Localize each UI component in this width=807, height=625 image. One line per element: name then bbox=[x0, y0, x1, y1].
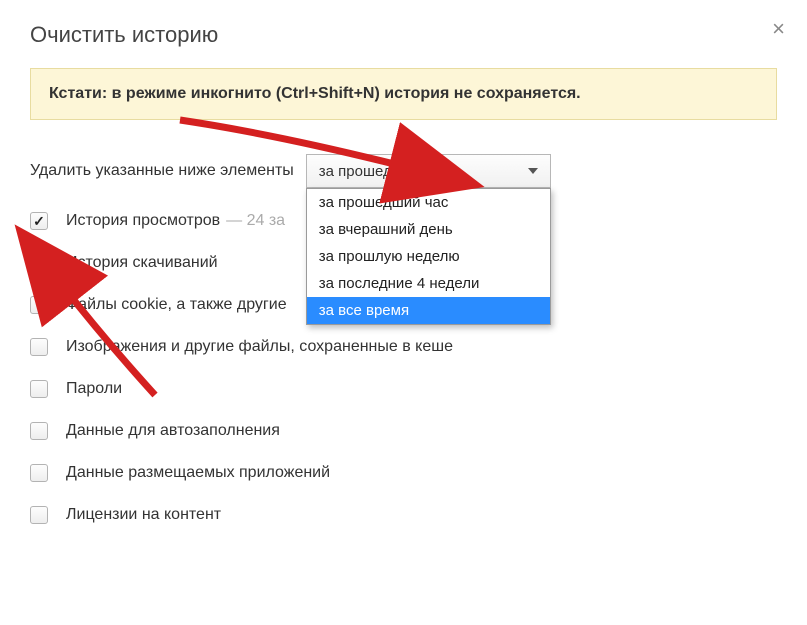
checkbox[interactable] bbox=[30, 422, 48, 440]
option-label: История просмотров bbox=[66, 212, 220, 230]
option-label: Файлы cookie, а также другие bbox=[66, 296, 287, 314]
time-range-option[interactable]: за все время bbox=[307, 297, 550, 324]
checkbox[interactable] bbox=[30, 338, 48, 356]
option-row: Данные для автозаполнения bbox=[30, 422, 777, 440]
time-range-label: Удалить указанные ниже элементы bbox=[30, 162, 294, 180]
dialog-title: Очистить историю bbox=[30, 22, 777, 48]
checkbox[interactable] bbox=[30, 506, 48, 524]
time-range-option[interactable]: за вчерашний день bbox=[307, 216, 550, 243]
time-range-selected-value: за прошедший час bbox=[319, 163, 449, 180]
time-range-option[interactable]: за прошлую неделю bbox=[307, 243, 550, 270]
time-range-option[interactable]: за прошедший час bbox=[307, 189, 550, 216]
option-label: Пароли bbox=[66, 380, 122, 398]
time-range-select-wrap: за прошедший час за прошедший часза вчер… bbox=[306, 154, 551, 188]
option-label: Изображения и другие файлы, сохраненные … bbox=[66, 338, 453, 356]
time-range-dropdown[interactable]: за прошедший часза вчерашний деньза прош… bbox=[306, 188, 551, 325]
clear-history-dialog: × Очистить историю Кстати: в режиме инко… bbox=[0, 0, 807, 568]
option-label: Данные для автозаполнения bbox=[66, 422, 280, 440]
checkbox[interactable] bbox=[30, 380, 48, 398]
hint-prefix: Кстати: bbox=[49, 85, 107, 102]
incognito-hint-banner: Кстати: в режиме инкогнито (Ctrl+Shift+N… bbox=[30, 68, 777, 120]
option-row: Пароли bbox=[30, 380, 777, 398]
checkbox[interactable] bbox=[30, 212, 48, 230]
checkbox[interactable] bbox=[30, 254, 48, 272]
checkbox[interactable] bbox=[30, 464, 48, 482]
time-range-option[interactable]: за последние 4 недели bbox=[307, 270, 550, 297]
time-range-select[interactable]: за прошедший час bbox=[306, 154, 551, 188]
close-icon[interactable]: × bbox=[772, 18, 785, 40]
checkbox[interactable] bbox=[30, 296, 48, 314]
option-suffix: — 24 за bbox=[226, 212, 285, 230]
chevron-down-icon bbox=[528, 168, 538, 174]
option-label: Лицензии на контент bbox=[66, 506, 221, 524]
option-row: Лицензии на контент bbox=[30, 506, 777, 524]
time-range-row: Удалить указанные ниже элементы за проше… bbox=[30, 154, 777, 188]
hint-text: в режиме инкогнито (Ctrl+Shift+N) истори… bbox=[107, 85, 580, 102]
option-label: Данные размещаемых приложений bbox=[66, 464, 330, 482]
option-row: Изображения и другие файлы, сохраненные … bbox=[30, 338, 777, 356]
option-row: Данные размещаемых приложений bbox=[30, 464, 777, 482]
option-label: История скачиваний bbox=[66, 254, 218, 272]
